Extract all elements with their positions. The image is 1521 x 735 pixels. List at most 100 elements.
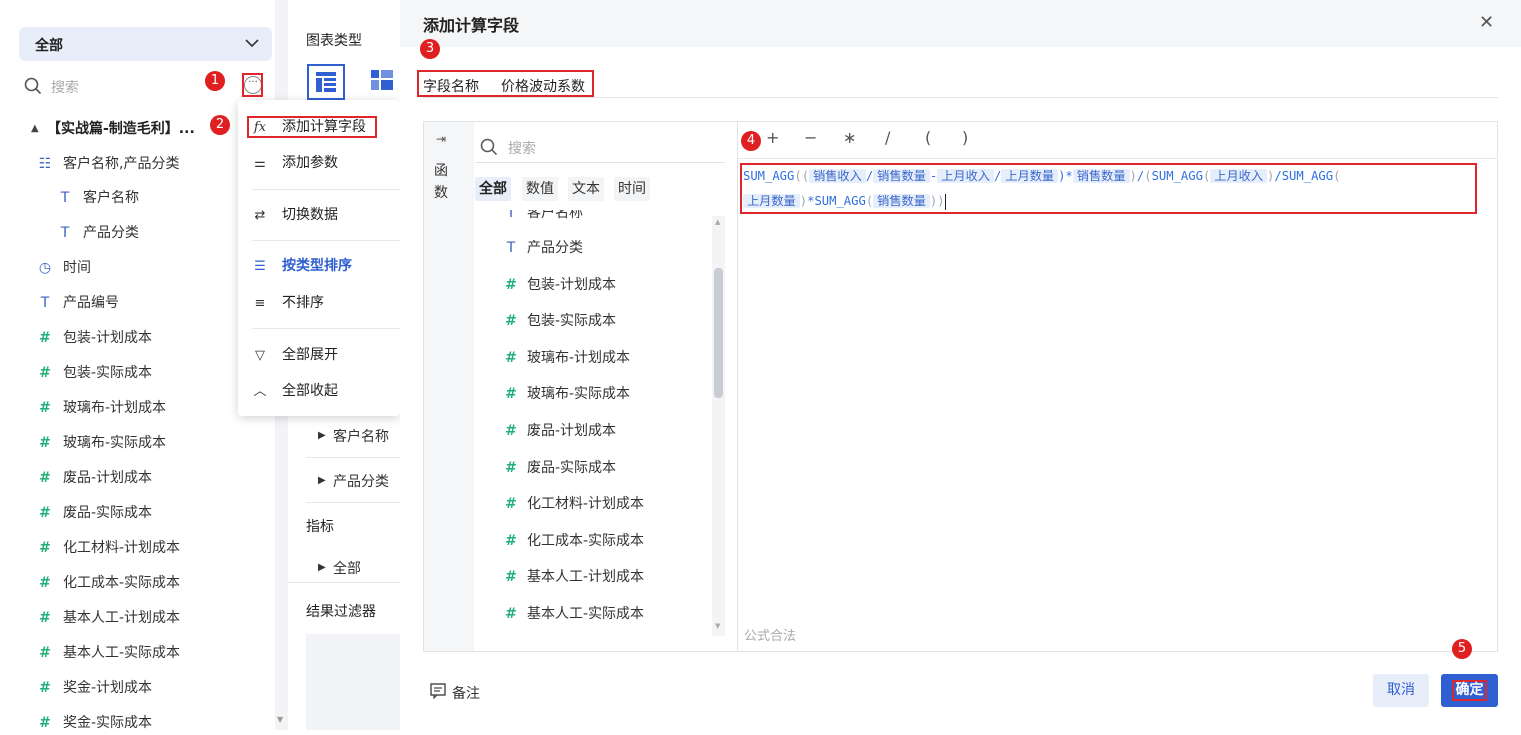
- collapse-triangle-icon[interactable]: ▲: [31, 123, 39, 134]
- field-item[interactable]: ◷ 时间: [36, 256, 91, 280]
- list-item-label: 基本人工-实际成本: [527, 606, 645, 622]
- number-type-icon: #: [39, 365, 51, 381]
- number-type-icon: #: [39, 575, 51, 591]
- expand-triangle-icon[interactable]: ▶: [318, 430, 326, 441]
- field-item[interactable]: # 玻璃布-实际成本: [36, 431, 166, 455]
- list-item[interactable]: # 玻璃布-实际成本: [503, 382, 630, 406]
- field-item-label: 产品编号: [63, 295, 119, 311]
- dataset-select[interactable]: 全部: [19, 27, 272, 61]
- menu-collapse-all[interactable]: ︿ 全部收起: [250, 379, 338, 403]
- field-item[interactable]: # 基本人工-计划成本: [36, 606, 180, 630]
- text-type-icon: T: [506, 210, 516, 221]
- scroll-down-icon[interactable]: ▼: [715, 622, 720, 630]
- field-item[interactable]: # 奖金-计划成本: [36, 676, 152, 700]
- function-label: 数: [434, 185, 448, 201]
- list-item[interactable]: # 基本人工-实际成本: [503, 602, 644, 626]
- ok-button-label: 确定: [1452, 680, 1487, 701]
- step-badge-4: 4: [741, 131, 761, 151]
- menu-add-parameter[interactable]: ⚌ 添加参数: [250, 151, 338, 175]
- list-item-label: 化工材料-计划成本: [527, 496, 645, 513]
- open-paren-button[interactable]: (: [925, 128, 931, 147]
- minus-operator-button[interactable]: −: [804, 128, 817, 147]
- menu-expand-all[interactable]: ▽ 全部展开: [250, 343, 338, 367]
- scrollbar-thumb[interactable]: [714, 268, 723, 398]
- list-item[interactable]: # 化工成本-实际成本: [503, 529, 644, 553]
- tab-all[interactable]: 全部: [475, 177, 511, 201]
- tab-text[interactable]: 文本: [568, 177, 604, 201]
- metrics-all[interactable]: 全部: [333, 558, 361, 578]
- field-item[interactable]: # 废品-计划成本: [36, 466, 152, 490]
- search-input[interactable]: 搜索: [51, 77, 79, 97]
- field-item[interactable]: # 包装-实际成本: [36, 361, 152, 385]
- expand-triangle-icon[interactable]: ▶: [318, 475, 326, 486]
- scroll-down-icon[interactable]: ▼: [277, 715, 283, 724]
- cancel-button[interactable]: 取消: [1373, 674, 1429, 707]
- field-item[interactable]: # 奖金-实际成本: [36, 711, 152, 735]
- field-item-label: 产品分类: [83, 225, 139, 241]
- field-search-input[interactable]: 搜索: [508, 138, 536, 158]
- chart-type-label: 图表类型: [306, 33, 362, 49]
- list-item[interactable]: # 废品-实际成本: [503, 456, 616, 480]
- list-item[interactable]: T 产品分类: [503, 236, 583, 260]
- field-item[interactable]: # 玻璃布-计划成本: [36, 396, 166, 420]
- menu-label: 全部收起: [282, 383, 338, 399]
- field-item[interactable]: T 产品编号: [36, 291, 119, 315]
- filter-drop-zone[interactable]: [306, 634, 400, 730]
- field-item[interactable]: # 基本人工-实际成本: [36, 641, 180, 665]
- function-side-tab[interactable]: ⇥ 函 数: [424, 122, 474, 651]
- add-calc-field-dialog: 添加计算字段 ✕ 字段名称 价格波动系数 3 ⇥ 函 数 搜索 全部 数值 文本…: [400, 0, 1521, 730]
- expand-triangle-icon[interactable]: ▶: [318, 562, 326, 573]
- menu-switch-data[interactable]: ⇄ 切换数据: [250, 203, 338, 227]
- list-item[interactable]: # 包装-计划成本: [503, 273, 616, 297]
- plus-operator-button[interactable]: +: [766, 128, 779, 147]
- menu-no-sort[interactable]: ≡ 不排序: [250, 291, 324, 315]
- text-type-icon: T: [40, 295, 50, 311]
- list-item[interactable]: # 化工材料-计划成本: [503, 492, 644, 516]
- menu-sort-by-type[interactable]: ☰ 按类型排序: [250, 254, 352, 278]
- field-list-scrollbar[interactable]: ▲ ▼: [712, 216, 725, 636]
- field-item[interactable]: # 废品-实际成本: [36, 501, 152, 525]
- list-item[interactable]: # 基本人工-计划成本: [503, 565, 644, 589]
- field-item[interactable]: # 化工成本-实际成本: [36, 571, 180, 595]
- tab-number[interactable]: 数值: [522, 177, 558, 201]
- list-item[interactable]: # 废品-计划成本: [503, 419, 616, 443]
- chart-type-table[interactable]: [307, 64, 345, 100]
- number-type-icon: #: [505, 313, 517, 330]
- multiply-operator-button[interactable]: ∗: [843, 128, 856, 147]
- field-item[interactable]: # 包装-计划成本: [36, 326, 152, 350]
- more-options-menu: fx 添加计算字段 ⚌ 添加参数 ⇄ 切换数据 ☰ 按类型排序 ≡ 不排序 ▽ 全部展开 ︿…: [238, 100, 400, 416]
- time-type-icon: ◷: [38, 260, 52, 276]
- number-type-icon: #: [39, 610, 51, 626]
- dim-category[interactable]: 产品分类: [333, 471, 389, 491]
- close-icon[interactable]: ✕: [1479, 12, 1494, 33]
- chart-type-crosstab[interactable]: [364, 64, 402, 100]
- number-type-icon: #: [505, 569, 517, 586]
- list-item[interactable]: # 包装-实际成本: [503, 309, 616, 333]
- dataset-title: 【实战篇-制造毛利】...: [47, 121, 195, 137]
- menu-label: 不排序: [282, 295, 324, 311]
- dialog-header: 添加计算字段 ✕: [400, 0, 1521, 47]
- group-row[interactable]: ☷ 客户名称,产品分类: [36, 152, 180, 176]
- field-item[interactable]: # 化工材料-计划成本: [36, 536, 180, 560]
- field-item-label: 包装-实际成本: [63, 365, 153, 381]
- close-paren-button[interactable]: ): [962, 128, 968, 147]
- annotation-box: [247, 116, 377, 138]
- ok-button[interactable]: 确定: [1441, 674, 1498, 707]
- menu-label: 全部展开: [282, 347, 338, 363]
- sliders-icon: ⚌: [254, 156, 266, 171]
- dim-customer[interactable]: 客户名称: [333, 426, 389, 446]
- operator-toolbar: + − ∗ / ( ): [738, 122, 1497, 159]
- scroll-up-icon[interactable]: ▲: [715, 218, 720, 226]
- tab-time[interactable]: 时间: [614, 177, 650, 201]
- list-item[interactable]: # 玻璃布-计划成本: [503, 346, 630, 370]
- divide-operator-button[interactable]: /: [885, 128, 890, 147]
- note-button[interactable]: 备注: [452, 683, 480, 703]
- field-list-viewport: T 客户名称 T 产品分类 # 包装-计划成本 # 包装-实际成本 # 玻璃布-计划成本 # 玻璃布…: [475, 210, 711, 638]
- field-item[interactable]: T 客户名称: [56, 186, 139, 210]
- field-type-tabs: 全部 数值 文本 时间: [475, 177, 737, 203]
- number-type-icon: #: [505, 606, 517, 622]
- list-item[interactable]: T 客户名称: [503, 210, 583, 225]
- field-item[interactable]: T 产品分类: [56, 221, 139, 245]
- number-type-icon: #: [39, 435, 51, 451]
- field-item-label: 废品-实际成本: [63, 505, 153, 521]
